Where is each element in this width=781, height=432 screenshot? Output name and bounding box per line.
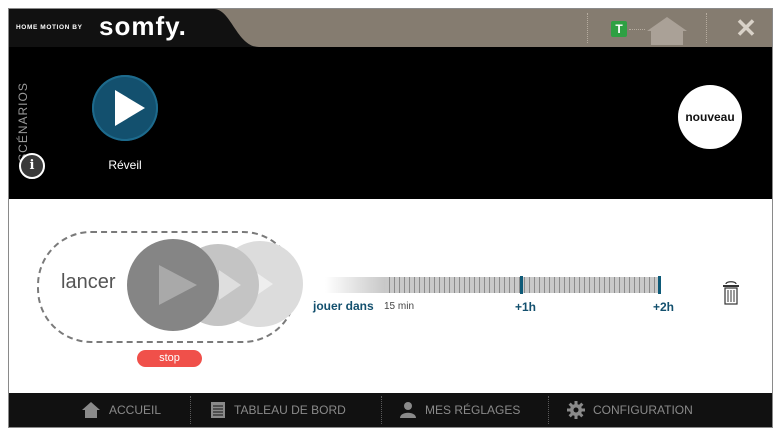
t-badge-button[interactable]: T: [611, 21, 627, 37]
tick-label-1h: +1h: [515, 300, 537, 314]
play-in-label: jouer dans: [313, 299, 374, 313]
scenario-button-reveil[interactable]: [92, 75, 158, 141]
badge-connector: [629, 29, 645, 30]
scenario-label: Réveil: [108, 158, 142, 172]
brand-logo: somfy.: [99, 11, 187, 41]
brand-tagline: HOME MOTION BY: [16, 24, 83, 31]
play-icon: [219, 270, 241, 300]
launch-play-button[interactable]: [127, 239, 219, 331]
dashboard-icon: [211, 402, 225, 418]
nav-label: TABLEAU DE BORD: [234, 403, 346, 417]
home-icon[interactable]: [645, 15, 689, 45]
play-icon: [159, 265, 197, 305]
bottom-nav: ACCUEIL TABLEAU DE BORD MES RÉGLAGES CON…: [9, 393, 772, 427]
nav-item-accueil[interactable]: ACCUEIL: [81, 393, 161, 427]
scenarios-panel: SCÉNARIOS Réveil nouveau: [9, 47, 772, 199]
nav-label: CONFIGURATION: [593, 403, 693, 417]
top-bar: HOME MOTION BY somfy. T ✕: [9, 9, 772, 47]
top-divider: [706, 13, 707, 43]
delay-timeline-slider[interactable]: [325, 276, 661, 294]
home-icon: [82, 402, 100, 418]
app-window: HOME MOTION BY somfy. T ✕ SCÉNARIOS Réve…: [9, 9, 772, 427]
timeline-marker-2h: [658, 276, 661, 294]
tick-label-2h: +2h: [653, 300, 675, 314]
close-icon[interactable]: ✕: [731, 13, 761, 43]
trash-icon[interactable]: [722, 281, 740, 305]
nav-label: MES RÉGLAGES: [425, 403, 521, 417]
nav-item-configuration[interactable]: CONFIGURATION: [567, 393, 693, 427]
info-icon[interactable]: i: [19, 153, 45, 179]
nav-item-tableau-de-bord[interactable]: TABLEAU DE BORD: [210, 393, 346, 427]
timeline-marker-1h: [520, 276, 523, 294]
top-divider: [587, 13, 588, 43]
nav-item-mes-reglages[interactable]: MES RÉGLAGES: [399, 393, 520, 427]
new-scenario-button[interactable]: nouveau: [678, 85, 742, 149]
user-icon: [400, 402, 416, 418]
delay-value: 15 min: [384, 301, 415, 312]
stop-button[interactable]: stop: [137, 350, 202, 367]
gear-icon: [567, 401, 585, 419]
play-icon: [115, 90, 145, 126]
nav-label: ACCUEIL: [109, 403, 162, 417]
launch-area: lancer: [37, 231, 303, 343]
launch-label: lancer: [61, 271, 116, 293]
